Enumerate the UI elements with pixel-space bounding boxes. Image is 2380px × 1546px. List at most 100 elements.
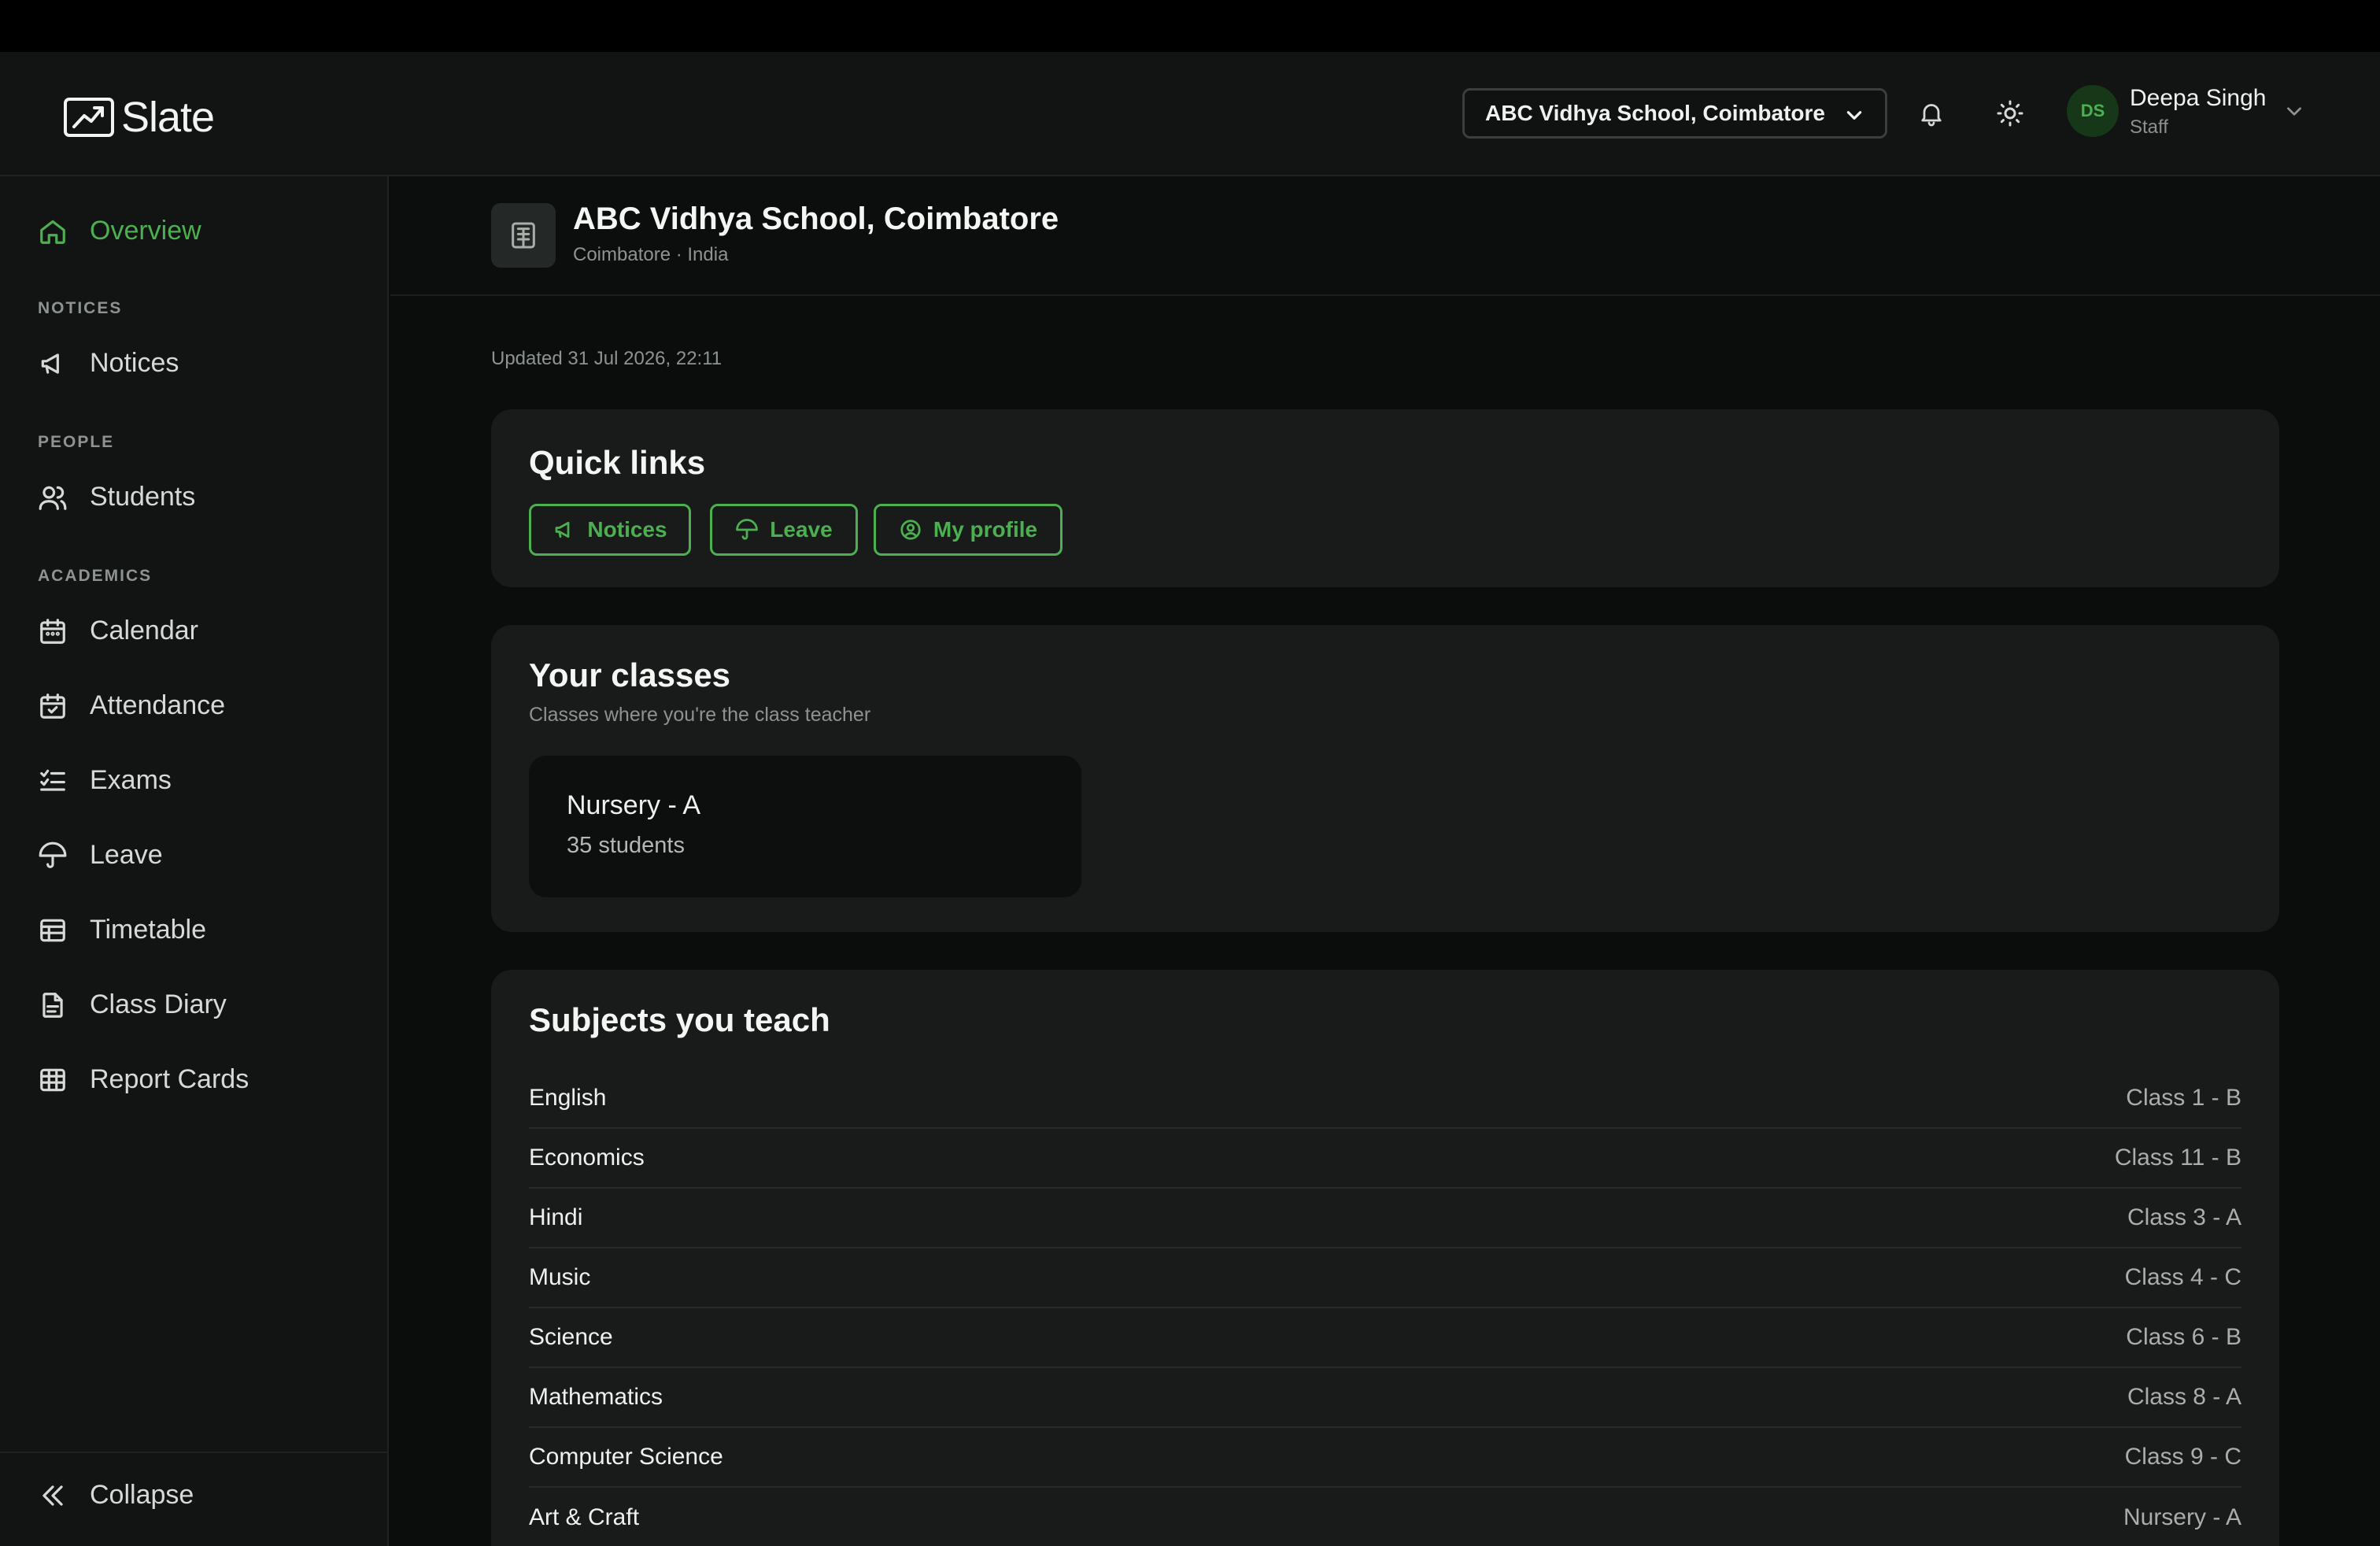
calendar-check-icon bbox=[40, 693, 65, 719]
button-label: Leave bbox=[770, 517, 833, 542]
app-header: Slate ABC Vidhya School, Coimbatore DS D… bbox=[0, 52, 2380, 176]
subject-name: Music bbox=[529, 1264, 591, 1290]
sidebar-section-academics: ACADEMICS bbox=[38, 567, 153, 585]
table-icon bbox=[40, 919, 65, 941]
sidebar-item-label: Students bbox=[90, 482, 196, 512]
sidebar-item-leave[interactable]: Leave bbox=[38, 840, 163, 871]
subjects-card: Subjects you teach English Class 1 - B E… bbox=[491, 970, 2279, 1546]
chevron-down-icon[interactable] bbox=[2284, 101, 2304, 121]
sidebar-item-attendance[interactable]: Attendance bbox=[38, 690, 225, 721]
quick-link-my-profile-button[interactable]: My profile bbox=[874, 504, 1062, 556]
table-row: Mathematics Class 8 - A bbox=[529, 1368, 2241, 1428]
page-header: ABC Vidhya School, Coimbatore Coimbatore… bbox=[390, 176, 2380, 296]
page-title: ABC Vidhya School, Coimbatore bbox=[573, 202, 1059, 236]
users-icon bbox=[39, 486, 67, 510]
sidebar-item-calendar[interactable]: Calendar bbox=[38, 616, 198, 646]
subject-name: Hindi bbox=[529, 1204, 583, 1230]
class-card[interactable]: Nursery - A 35 students bbox=[529, 756, 1081, 897]
card-title: Quick links bbox=[529, 444, 706, 481]
your-classes-card: Your classes Classes where you're the cl… bbox=[491, 625, 2279, 932]
sidebar-item-label: Timetable bbox=[90, 915, 207, 945]
user-role: Staff bbox=[2130, 117, 2168, 138]
card-subtitle: Classes where you're the class teacher bbox=[529, 704, 871, 726]
sidebar: Overview NOTICES Notices PEOPLE Students… bbox=[0, 176, 389, 1546]
quick-link-notices-button[interactable]: Notices bbox=[529, 504, 691, 556]
subject-class: Class 3 - A bbox=[2127, 1204, 2241, 1230]
sidebar-item-exams[interactable]: Exams bbox=[38, 765, 172, 796]
table-row: Economics Class 11 - B bbox=[529, 1129, 2241, 1189]
button-label: My profile bbox=[933, 517, 1038, 542]
sidebar-item-label: Leave bbox=[90, 840, 163, 870]
collapse-button[interactable]: Collapse bbox=[38, 1480, 194, 1511]
building-icon bbox=[491, 203, 556, 268]
home-icon bbox=[40, 220, 65, 244]
subject-class: Class 8 - A bbox=[2127, 1384, 2241, 1410]
megaphone-icon bbox=[556, 521, 570, 538]
subject-class: Class 11 - B bbox=[2114, 1145, 2241, 1171]
sidebar-item-label: Notices bbox=[90, 348, 179, 378]
double-chevron-left-icon bbox=[42, 1485, 63, 1506]
table-row: Computer Science Class 9 - C bbox=[529, 1428, 2241, 1488]
bell-icon[interactable] bbox=[1917, 99, 1946, 128]
sidebar-item-label: Report Cards bbox=[90, 1064, 249, 1094]
subject-class: Class 1 - B bbox=[2126, 1085, 2241, 1111]
subject-name: Mathematics bbox=[529, 1384, 663, 1410]
sidebar-item-notices[interactable]: Notices bbox=[38, 348, 179, 379]
grid-icon bbox=[40, 1068, 65, 1091]
chart-logo-icon bbox=[64, 98, 114, 137]
sidebar-item-students[interactable]: Students bbox=[38, 482, 195, 512]
user-circle-icon bbox=[900, 520, 921, 540]
window-top-bar bbox=[0, 0, 2380, 52]
megaphone-icon bbox=[41, 353, 59, 374]
avatar[interactable]: DS bbox=[2067, 85, 2119, 137]
updated-timestamp: Updated 31 Jul 2026, 22:11 bbox=[491, 348, 722, 369]
subject-name: Computer Science bbox=[529, 1444, 723, 1470]
app-name: Slate bbox=[121, 94, 215, 141]
subject-name: Economics bbox=[529, 1145, 645, 1171]
user-name[interactable]: Deepa Singh bbox=[2130, 85, 2266, 112]
sidebar-item-overview[interactable]: Overview bbox=[38, 216, 201, 246]
umbrella-icon bbox=[39, 841, 67, 868]
sidebar-section-people: PEOPLE bbox=[38, 433, 115, 451]
class-student-count: 35 students bbox=[567, 833, 685, 858]
quick-link-leave-button[interactable]: Leave bbox=[710, 504, 858, 556]
checklist-icon bbox=[40, 769, 65, 791]
subject-class: Nursery - A bbox=[2123, 1504, 2241, 1530]
sidebar-item-label: Class Diary bbox=[90, 989, 227, 1019]
divider bbox=[0, 1452, 389, 1453]
quick-links-card: Quick links Notices Leave My profile bbox=[491, 409, 2279, 587]
collapse-label: Collapse bbox=[90, 1480, 194, 1510]
sidebar-item-timetable[interactable]: Timetable bbox=[38, 915, 206, 945]
sidebar-item-label: Attendance bbox=[90, 690, 226, 720]
sidebar-item-class-diary[interactable]: Class Diary bbox=[38, 989, 227, 1020]
subject-class: Class 9 - C bbox=[2124, 1444, 2241, 1470]
card-title: Your classes bbox=[529, 656, 731, 693]
card-title: Subjects you teach bbox=[529, 1001, 830, 1038]
subject-name: Art & Craft bbox=[529, 1504, 640, 1530]
subject-class: Class 4 - C bbox=[2124, 1264, 2241, 1290]
page-subtitle: Coimbatore · India bbox=[573, 244, 729, 265]
sidebar-item-label: Calendar bbox=[90, 616, 198, 645]
table-row: Hindi Class 3 - A bbox=[529, 1189, 2241, 1248]
sidebar-section-notices: NOTICES bbox=[38, 299, 123, 317]
subject-name: English bbox=[529, 1085, 607, 1111]
table-row: English Class 1 - B bbox=[529, 1069, 2241, 1129]
sun-icon[interactable] bbox=[1996, 99, 2024, 128]
button-label: Notices bbox=[587, 517, 667, 542]
sidebar-item-label: Exams bbox=[90, 765, 172, 795]
table-row: Science Class 6 - B bbox=[529, 1308, 2241, 1368]
school-selector[interactable]: ABC Vidhya School, Coimbatore bbox=[1462, 88, 1887, 139]
table-row: Art & Craft Nursery - A bbox=[529, 1488, 2241, 1546]
subject-class: Class 6 - B bbox=[2126, 1324, 2241, 1350]
school-selector-label: ABC Vidhya School, Coimbatore bbox=[1485, 101, 1825, 125]
chevron-down-icon bbox=[1846, 111, 1862, 120]
sidebar-item-report-cards[interactable]: Report Cards bbox=[38, 1064, 249, 1095]
calendar-icon bbox=[40, 618, 65, 644]
class-name: Nursery - A bbox=[567, 790, 701, 820]
table-row: Music Class 4 - C bbox=[529, 1248, 2241, 1308]
logo[interactable]: Slate bbox=[63, 93, 215, 142]
umbrella-icon bbox=[736, 519, 759, 540]
document-icon bbox=[42, 992, 63, 1018]
sidebar-item-label: Overview bbox=[90, 216, 201, 246]
subject-name: Science bbox=[529, 1324, 613, 1350]
